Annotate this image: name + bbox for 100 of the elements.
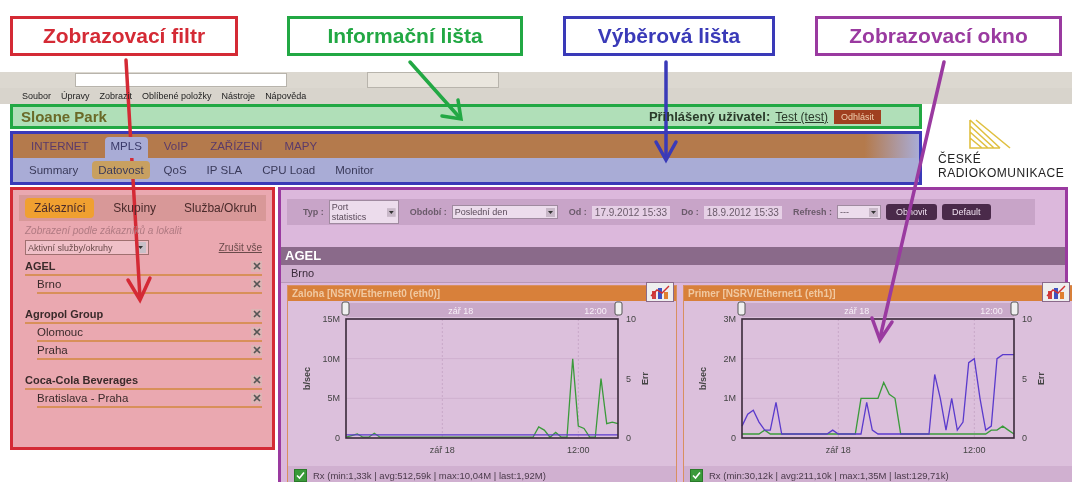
- field-label: Refresh :: [792, 207, 832, 217]
- err-tick-label: 5: [1022, 373, 1027, 384]
- annotation-label: Zobrazovací filtr: [10, 16, 238, 56]
- navigator-label: zář 18: [844, 306, 870, 316]
- field-label: Od :: [568, 207, 587, 217]
- location-name[interactable]: Olomouc: [37, 326, 84, 338]
- panel-title: Zaloha [NSRV/Ethernet0 (eth0)]: [288, 286, 676, 301]
- logo-text: RADIOKOMUNIKACE: [938, 166, 1066, 180]
- chart-type-button[interactable]: [646, 282, 674, 302]
- user-link[interactable]: Test (test): [775, 109, 828, 124]
- annotation-label: Výběrová lišta: [563, 16, 775, 56]
- site-title: Sloane Park: [21, 108, 107, 125]
- dropdown-arrow-icon: [545, 207, 555, 217]
- field-label: Typ :: [303, 207, 324, 217]
- close-icon: [252, 310, 261, 318]
- y-axis-title: Err: [1036, 372, 1046, 385]
- y-tick-label: 10M: [322, 353, 340, 364]
- chart-icon: [1045, 284, 1067, 300]
- logout-button[interactable]: Odhlásit: [833, 109, 881, 124]
- menu-item[interactable]: Soubor: [22, 91, 52, 101]
- err-tick-label: 0: [626, 433, 631, 443]
- remove-button[interactable]: [251, 374, 262, 386]
- y-tick-label: 15M: [322, 314, 340, 324]
- remove-button[interactable]: [251, 344, 262, 356]
- x-tick-label: zář 18: [429, 445, 455, 455]
- period-dropdown[interactable]: Poslední den: [451, 205, 558, 219]
- y-axis-title: Err: [640, 372, 650, 385]
- close-icon: [252, 376, 261, 384]
- menu-item[interactable]: Úpravy: [61, 91, 90, 101]
- annotation-label: Informační lišta: [287, 16, 523, 56]
- remove-button[interactable]: [251, 260, 262, 272]
- navigator-label: zář 18: [448, 306, 474, 316]
- type-dropdown[interactable]: Port statistics: [328, 200, 399, 224]
- logo-text: ČESKÉ: [938, 152, 983, 166]
- y-tick-label: 5M: [327, 393, 340, 404]
- navigator-label: 12:00: [980, 306, 1003, 316]
- err-tick-label: 0: [1022, 433, 1027, 443]
- close-icon: [252, 346, 261, 354]
- location-name[interactable]: Praha: [37, 344, 68, 356]
- nav-tab[interactable]: MPLS: [104, 137, 148, 158]
- close-icon: [252, 394, 261, 402]
- filter-tab[interactable]: Služba/Okruh: [175, 198, 266, 218]
- sub-tab[interactable]: CPU Load: [256, 161, 322, 179]
- annotation-label: Zobrazovací okno: [815, 16, 1062, 56]
- sub-tab[interactable]: Datovost: [92, 161, 150, 179]
- chart-icon: [649, 284, 671, 300]
- menu-item[interactable]: Oblíbené položky: [142, 91, 212, 101]
- date-field[interactable]: 18.9.2012 15:33: [703, 205, 782, 219]
- toolbar-button[interactable]: Default: [942, 204, 991, 220]
- dropdown-arrow-icon: [868, 207, 878, 217]
- sub-tab[interactable]: Summary: [23, 161, 85, 179]
- menu-item[interactable]: Nástroje: [221, 91, 256, 101]
- field-label: Do :: [681, 207, 699, 217]
- x-tick-label: 12:00: [567, 445, 590, 455]
- y-axis-title: b/sec: [698, 367, 708, 390]
- x-tick-label: zář 18: [825, 445, 851, 455]
- legend-text: Rx (min:1,33k | avg:512,59k | max:10,04M | last:1,92M): [313, 470, 546, 481]
- customer-name[interactable]: Agropol Group: [25, 308, 104, 320]
- range-handle[interactable]: [737, 301, 746, 316]
- close-icon: [252, 280, 261, 288]
- err-tick-label: 10: [1022, 314, 1032, 324]
- customer-name[interactable]: AGEL: [25, 260, 56, 272]
- navigator-label: 12:00: [584, 306, 607, 316]
- panel-title: Primer [NSRV/Ethernet1 (eth1)]: [684, 286, 1072, 301]
- location-name[interactable]: Brno: [37, 278, 62, 290]
- series-checkbox[interactable]: [690, 469, 703, 482]
- sub-tab[interactable]: QoS: [157, 161, 193, 179]
- range-handle[interactable]: [614, 301, 623, 316]
- remove-button[interactable]: [251, 392, 262, 404]
- menu-item[interactable]: Nápověda: [265, 91, 307, 101]
- location-name[interactable]: Bratislava - Praha: [37, 392, 129, 404]
- date-field[interactable]: 17.9.2012 15:33: [591, 205, 671, 219]
- address-field[interactable]: [75, 73, 287, 87]
- service-dropdown[interactable]: Aktivní služby/okruhy: [25, 240, 149, 255]
- customer-name[interactable]: Coca-Cola Beverages: [25, 374, 139, 386]
- range-handle[interactable]: [1010, 301, 1019, 316]
- y-axis-title: b/sec: [302, 367, 312, 390]
- x-tick-label: 12:00: [963, 445, 986, 455]
- customer-header: AGEL: [281, 247, 1065, 265]
- remove-button[interactable]: [251, 308, 262, 320]
- range-handle[interactable]: [341, 301, 350, 316]
- refresh-dropdown[interactable]: ---: [836, 205, 881, 219]
- chart-type-button[interactable]: [1042, 282, 1070, 302]
- clear-all-link[interactable]: Zrušit vše: [218, 242, 262, 253]
- field-label: Období :: [409, 207, 447, 217]
- legend-text: Rx (min:30,12k | avg:211,10k | max:1,35M | last:129,71k): [709, 470, 949, 481]
- y-tick-label: 3M: [723, 314, 736, 324]
- remove-button[interactable]: [251, 278, 262, 290]
- y-tick-label: 0: [731, 433, 736, 443]
- browser-tab[interactable]: [367, 72, 499, 88]
- dropdown-arrow-icon: [387, 207, 396, 217]
- close-icon: [252, 262, 261, 270]
- sub-tab[interactable]: Monitor: [329, 161, 380, 179]
- remove-button[interactable]: [251, 326, 262, 338]
- sub-tab[interactable]: IP SLA: [200, 161, 249, 179]
- y-tick-label: 1M: [723, 393, 736, 404]
- y-tick-label: 2M: [723, 353, 736, 364]
- filter-tab[interactable]: Zákazníci: [25, 198, 95, 218]
- close-icon: [252, 328, 261, 336]
- series-checkbox[interactable]: [294, 469, 307, 482]
